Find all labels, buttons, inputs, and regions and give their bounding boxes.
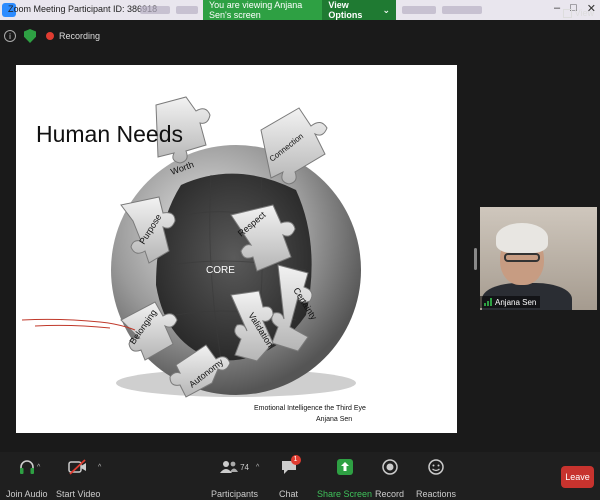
start-video-label: Start Video <box>56 489 101 499</box>
slide-credit: Emotional Intelligence the Third Eye Anj… <box>254 403 366 425</box>
share-screen-button[interactable]: Share Screen <box>317 456 372 499</box>
slide-title: Human Needs <box>36 121 184 147</box>
share-banner-message: You are viewing Anjana Sen's screen <box>209 0 303 20</box>
start-video-button[interactable]: Start Video <box>56 456 100 499</box>
people-icon: 74 <box>220 456 249 478</box>
chat-label: Chat <box>279 489 299 499</box>
reactions-label: Reactions <box>416 489 457 499</box>
meeting-toolbar: Join Audio ^ Start Video ^ 74 Participan… <box>0 452 600 500</box>
participants-options-caret[interactable]: ^ <box>256 464 259 471</box>
audio-level-icon <box>484 298 492 306</box>
credit-line: Emotional Intelligence the Third Eye <box>254 405 366 412</box>
participant-name: Anjana Sen <box>495 297 537 307</box>
chat-button[interactable]: 1 Chat <box>279 455 301 499</box>
view-options-button[interactable]: View Options ⌄ <box>322 0 396 20</box>
record-icon <box>381 456 398 478</box>
participant-glasses <box>504 253 540 262</box>
background-tab-blur <box>140 6 170 14</box>
background-tab-blur <box>176 6 198 14</box>
credit-author: Anjana Sen <box>316 416 353 423</box>
view-button[interactable]: View <box>562 8 594 18</box>
join-audio-button[interactable]: Join Audio <box>6 456 48 499</box>
shared-screen-slide: Worth Connection Purpose Respect Certain… <box>16 65 457 433</box>
panel-resize-handle[interactable] <box>474 248 477 270</box>
minimize-button[interactable]: – <box>554 2 560 15</box>
screen-share-banner: You are viewing Anjana Sen's screen View… <box>203 0 396 20</box>
core-label: CORE <box>206 265 235 276</box>
background-tab-blur <box>402 6 436 14</box>
smiley-icon <box>428 456 444 478</box>
share-screen-label: Share Screen <box>317 489 373 499</box>
record-label: Record <box>375 489 405 499</box>
headphones-icon <box>18 456 36 478</box>
grid-view-icon <box>562 8 572 18</box>
view-options-label: View Options <box>328 0 363 20</box>
participant-hair <box>496 223 548 253</box>
leave-meeting-button[interactable]: Leave <box>561 466 594 488</box>
participants-button[interactable]: 74 Participants <box>211 456 258 499</box>
window-title: Zoom Meeting Participant ID: 386918 <box>8 4 158 14</box>
meeting-top-bar: i Recording <box>0 22 600 50</box>
shield-icon[interactable] <box>24 29 36 43</box>
info-icon[interactable]: i <box>4 30 16 42</box>
share-arrow-icon <box>336 456 353 478</box>
recording-label: Recording <box>59 31 101 41</box>
audio-options-caret[interactable]: ^ <box>37 464 40 471</box>
reactions-button[interactable]: Reactions <box>416 456 456 499</box>
chat-unread-badge: 1 <box>290 455 301 465</box>
participants-count: 74 <box>240 462 249 472</box>
chat-bubble-icon: 1 <box>281 455 301 478</box>
participant-name-tag: Anjana Sen <box>480 296 541 308</box>
chevron-down-icon: ⌄ <box>382 4 390 15</box>
video-off-icon <box>68 456 88 478</box>
background-tab-blur <box>442 6 482 14</box>
participants-label: Participants <box>211 489 259 499</box>
video-options-caret[interactable]: ^ <box>98 464 101 471</box>
join-audio-label: Join Audio <box>6 489 48 499</box>
recording-dot-icon <box>46 32 54 40</box>
record-button[interactable]: Record <box>375 456 404 499</box>
view-label: View <box>574 8 594 18</box>
participant-video-tile[interactable]: Anjana Sen <box>480 207 597 310</box>
